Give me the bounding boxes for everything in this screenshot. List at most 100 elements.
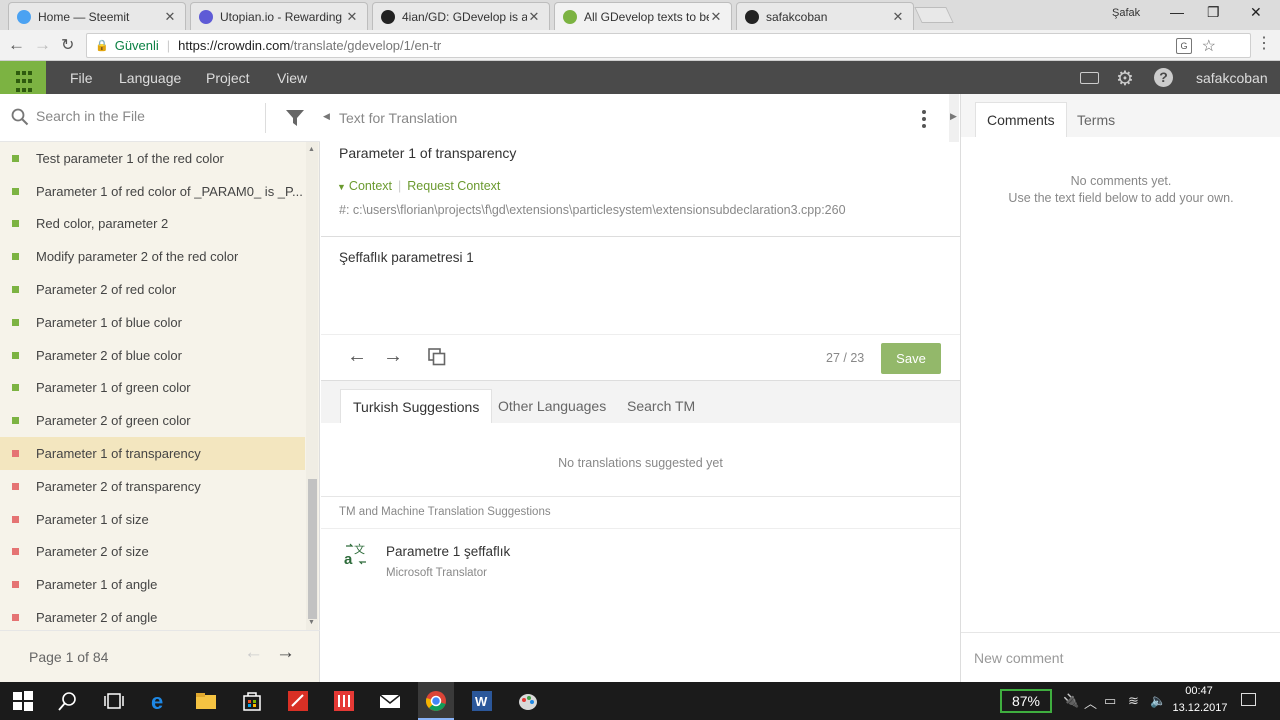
battery-tray-icon[interactable]: ▭: [1104, 693, 1116, 709]
close-tab-icon[interactable]: ✕: [709, 9, 723, 25]
profile-name[interactable]: Şafak: [1112, 7, 1140, 19]
request-context-link[interactable]: Request Context: [407, 179, 500, 193]
browser-tab-github-gd[interactable]: 4ian/GD: GDevelop is an ✕: [372, 2, 550, 30]
translation-textarea[interactable]: Şeffaflık parametresi 1: [339, 250, 474, 265]
scroll-up-icon[interactable]: ▲: [308, 146, 315, 153]
browser-tab-github-user[interactable]: safakcoban ✕: [736, 2, 914, 30]
string-row[interactable]: Parameter 2 of red color: [0, 273, 305, 306]
media-app-icon[interactable]: [333, 690, 355, 712]
clock-date[interactable]: 13.12.2017: [1172, 702, 1228, 714]
windows-start-icon[interactable]: [12, 690, 34, 712]
filter-icon[interactable]: [285, 108, 305, 128]
bookmark-star-icon[interactable]: ☆: [1202, 36, 1216, 56]
untranslated-status-icon: [12, 581, 19, 589]
context-toggle[interactable]: Context: [349, 179, 392, 193]
browser-tab-steemit[interactable]: Home — Steemit ✕: [8, 2, 186, 30]
string-row[interactable]: Parameter 1 of angle: [0, 568, 305, 601]
file-explorer-icon[interactable]: [195, 690, 217, 712]
notifications-icon[interactable]: [1241, 693, 1256, 706]
collapse-right-icon[interactable]: ▶: [950, 111, 957, 122]
github-icon: [381, 9, 395, 24]
back-icon[interactable]: ←: [8, 35, 25, 55]
string-list: Test parameter 1 of the red color Paramet…: [0, 142, 305, 634]
string-row[interactable]: Parameter 2 of blue color: [0, 339, 305, 372]
forward-icon[interactable]: →: [34, 35, 51, 55]
scrollbar-thumb[interactable]: [308, 479, 317, 619]
task-view-icon[interactable]: [103, 690, 125, 712]
browser-tab-utopian[interactable]: Utopian.io - Rewarding C ✕: [190, 2, 368, 30]
browser-menu-icon[interactable]: ⋮: [1256, 33, 1272, 53]
string-row[interactable]: Parameter 2 of size: [0, 536, 305, 569]
next-string-arrow-icon[interactable]: →: [383, 345, 403, 368]
collapse-left-icon[interactable]: ◀: [323, 111, 330, 122]
menu-file[interactable]: File: [70, 70, 93, 86]
mail-icon[interactable]: [379, 690, 401, 712]
browser-tab-crowdin[interactable]: All GDevelop texts to be ✕: [554, 2, 732, 30]
user-menu[interactable]: safakcoban: [1196, 70, 1268, 86]
reload-icon[interactable]: ↻: [61, 35, 74, 55]
next-page-arrow-icon[interactable]: →: [276, 642, 295, 664]
scroll-down-icon[interactable]: ▼: [308, 619, 315, 626]
translate-icon[interactable]: G: [1176, 38, 1192, 54]
chrome-icon[interactable]: [425, 690, 447, 712]
save-button[interactable]: Save: [881, 343, 941, 374]
previous-string-arrow-icon[interactable]: ←: [347, 345, 367, 368]
new-comment-input[interactable]: [974, 650, 1264, 666]
tab-comments[interactable]: Comments: [975, 102, 1067, 137]
steemit-icon: [17, 9, 31, 24]
github-icon: [745, 9, 759, 24]
power-plug-icon[interactable]: 🔌: [1063, 693, 1079, 709]
menu-project[interactable]: Project: [206, 70, 250, 86]
tab-other-languages[interactable]: Other Languages: [486, 389, 618, 423]
battery-indicator[interactable]: 87%: [1000, 689, 1052, 713]
string-row[interactable]: Parameter 1 of green color: [0, 372, 305, 405]
string-row[interactable]: Parameter 2 of green color: [0, 404, 305, 437]
search-input[interactable]: [36, 108, 256, 124]
tab-turkish-suggestions[interactable]: Turkish Suggestions: [340, 389, 493, 423]
close-tab-icon[interactable]: ✕: [345, 9, 359, 25]
close-tab-icon[interactable]: ✕: [891, 9, 905, 25]
word-icon[interactable]: W: [471, 690, 493, 712]
gear-icon[interactable]: ⚙: [1116, 66, 1134, 91]
apps-grid-icon[interactable]: [0, 61, 46, 94]
keyboard-icon[interactable]: [1080, 72, 1099, 84]
close-window-icon[interactable]: ✕: [1250, 4, 1262, 21]
string-row[interactable]: Parameter 1 of size: [0, 503, 305, 536]
copy-source-icon[interactable]: [428, 348, 446, 366]
string-row[interactable]: Parameter 2 of transparency: [0, 470, 305, 503]
menu-view[interactable]: View: [277, 70, 307, 86]
pdf-app-icon[interactable]: [287, 690, 309, 712]
help-icon[interactable]: ?: [1154, 68, 1173, 87]
utopian-icon: [199, 9, 213, 24]
tab-terms[interactable]: Terms: [1066, 102, 1126, 137]
string-row[interactable]: Modify parameter 2 of the red color: [0, 240, 305, 273]
tab-search-tm[interactable]: Search TM: [615, 389, 707, 423]
close-tab-icon[interactable]: ✕: [163, 9, 177, 25]
prev-page-arrow-icon[interactable]: ←: [244, 642, 263, 664]
string-row[interactable]: Test parameter 1 of the red color: [0, 142, 305, 175]
store-icon[interactable]: [241, 690, 263, 712]
restore-icon[interactable]: ❐: [1207, 4, 1220, 21]
volume-icon[interactable]: 🔈: [1150, 693, 1166, 709]
translated-status-icon: [12, 187, 19, 195]
string-row[interactable]: Parameter 1 of transparency: [0, 437, 305, 470]
edge-browser-icon[interactable]: e: [149, 690, 171, 712]
paint-icon[interactable]: [517, 690, 539, 712]
minimize-icon[interactable]: —: [1170, 4, 1184, 20]
close-tab-icon[interactable]: ✕: [527, 9, 541, 25]
string-row[interactable]: Parameter 1 of red color of _PARAM0_ is …: [0, 175, 305, 208]
search-icon[interactable]: [57, 690, 79, 712]
string-row[interactable]: Parameter 1 of blue color: [0, 306, 305, 339]
string-row[interactable]: Red color, parameter 2: [0, 208, 305, 241]
url-bar[interactable]: 🔒 Güvenli | https://crowdin.com /transla…: [86, 33, 1251, 58]
show-hidden-icons-chevron-icon[interactable]: ︿: [1084, 693, 1097, 712]
clock-time[interactable]: 00:47: [1176, 685, 1222, 697]
wifi-icon[interactable]: ≋: [1128, 693, 1139, 709]
new-tab-button[interactable]: [914, 7, 954, 23]
mt-suggestion-text[interactable]: Parametre 1 şeffaflık: [386, 544, 510, 559]
file-search-box: [0, 94, 320, 142]
more-options-icon[interactable]: [922, 110, 926, 131]
separator: |: [398, 179, 402, 193]
menu-language[interactable]: Language: [119, 70, 181, 86]
machine-translation-icon: a 文: [344, 542, 366, 566]
